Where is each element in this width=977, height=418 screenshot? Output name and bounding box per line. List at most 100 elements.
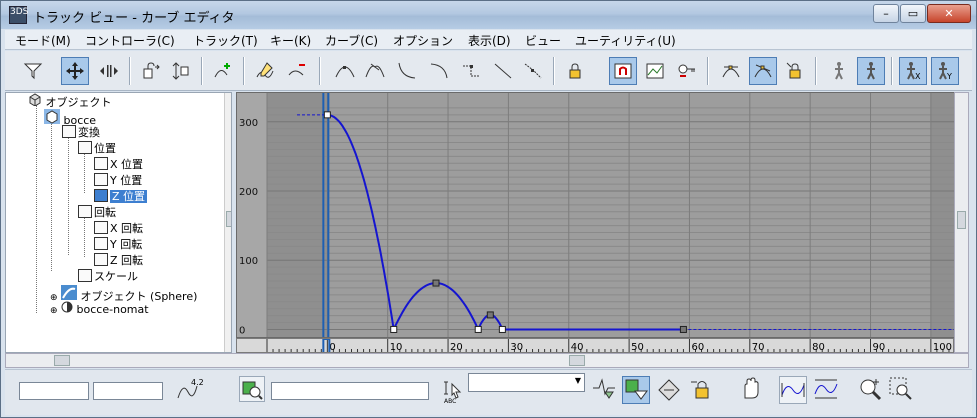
x-tick-label: 30 [510, 342, 523, 353]
sphere-icon [61, 285, 78, 300]
menu-options[interactable]: オプション [393, 32, 453, 49]
frame-field[interactable] [19, 382, 89, 400]
menu-key[interactable]: キー(K) [270, 32, 311, 49]
menu-display[interactable]: 表示(D) [468, 32, 511, 49]
tree-item-scale[interactable]: スケール [78, 269, 138, 285]
filter-selected-icon[interactable] [622, 376, 650, 404]
slide-keys-icon[interactable] [95, 57, 123, 85]
horizontal-scrollbar[interactable] [5, 353, 969, 368]
frame-horizontal-icon[interactable] [779, 376, 807, 404]
zoom-region-icon[interactable] [888, 376, 914, 402]
current-frame-marker[interactable] [322, 339, 331, 353]
scroll-thumb[interactable] [226, 211, 231, 227]
draw-curves-icon[interactable] [251, 57, 279, 85]
key-marker [498, 325, 506, 333]
x-tick-label: 40 [571, 342, 584, 353]
graph-vertical-scrollbar[interactable] [954, 92, 969, 353]
chevron-down-icon[interactable]: ▼ [575, 376, 581, 385]
tree-vertical-scrollbar[interactable] [224, 93, 231, 352]
menu-controller[interactable]: コントローラ(C) [85, 32, 175, 49]
biped-pos-icon[interactable] [857, 57, 885, 85]
tree-item-position[interactable]: 位置 [78, 141, 116, 157]
key-marker [323, 111, 331, 119]
y-tick-label: 300 [239, 118, 258, 129]
tangent-custom-icon[interactable] [361, 57, 389, 85]
biped-x-icon[interactable]: X [899, 57, 927, 85]
move-keys-icon[interactable] [61, 57, 89, 85]
tree-item-rotation[interactable]: 回転 [78, 205, 116, 221]
menu-view[interactable]: ビュー [525, 32, 561, 49]
menu-track[interactable]: トラック(T) [193, 32, 258, 49]
show-snap-icon[interactable] [609, 57, 637, 85]
tangent-auto-icon[interactable] [331, 57, 359, 85]
lock-selection-icon[interactable] [781, 57, 809, 85]
window-title: トラック ビュー - カーブ エディタ [33, 11, 235, 26]
text-cursor-icon[interactable]: ABC [442, 378, 466, 405]
tree-item-objects[interactable]: オブジェクト [28, 93, 112, 109]
tangent-smooth-icon[interactable] [519, 57, 547, 85]
tree-item-z-rotation[interactable]: Z 回転 [94, 253, 143, 269]
value-field[interactable] [93, 382, 163, 400]
selected-object-name-field[interactable] [271, 382, 429, 400]
x-tick-label: 80 [812, 342, 825, 353]
tree-label: 回転 [94, 206, 116, 219]
tree-scroll-thumb[interactable] [54, 355, 70, 366]
reduce-keys-icon[interactable] [283, 57, 311, 85]
zoom-icon[interactable] [858, 376, 884, 402]
curve-icon [94, 221, 108, 234]
time-ruler[interactable]: 0 10 20 30 40 50 60 70 80 90 100 [236, 338, 954, 353]
curve-icon [94, 237, 108, 250]
biped-icon[interactable] [825, 57, 853, 85]
tree-item-z-position[interactable]: Z 位置 [94, 189, 148, 205]
menu-mode[interactable]: モード(M) [15, 32, 71, 49]
maximize-button[interactable]: ▭ [900, 4, 926, 23]
time-ruler-svg[interactable]: 0 10 20 30 40 50 60 70 80 90 100 [237, 339, 954, 353]
lock-tangents-icon[interactable] [561, 57, 589, 85]
menu-curve[interactable]: カーブ(C) [325, 32, 378, 49]
tree-item-x-position[interactable]: X 位置 [94, 157, 143, 173]
biped-y-icon[interactable]: Y [931, 57, 959, 85]
toolbar: X Y [5, 51, 972, 91]
zoom-selected-object-icon[interactable] [239, 376, 265, 402]
isolate-curve-icon[interactable] [656, 376, 682, 402]
y-tick-label: 100 [239, 256, 258, 267]
tangent-step-icon[interactable] [457, 57, 485, 85]
key-icon[interactable] [673, 57, 701, 85]
pan-hand-icon[interactable] [738, 376, 764, 402]
lock-curve-icon[interactable] [688, 376, 714, 402]
filter-curves-icon[interactable] [591, 376, 617, 402]
selection-set-dropdown[interactable]: ▼ [468, 373, 585, 392]
curve-graph-svg[interactable]: 0 100 200 300 [237, 93, 969, 338]
tree-item-object-sphere[interactable]: ⊕ オブジェクト (Sphere) [50, 285, 197, 303]
show-tangents-icon[interactable] [717, 57, 745, 85]
x-tick-label: 10 [390, 342, 403, 353]
tangent-linear-icon[interactable] [489, 57, 517, 85]
x-tick-label: 60 [691, 342, 704, 353]
minimize-button[interactable]: – [873, 4, 899, 23]
tangent-slow-icon[interactable] [425, 57, 453, 85]
scale-keys-icon[interactable] [137, 57, 165, 85]
frame-value-icon[interactable]: 4.2 [175, 378, 205, 402]
graph-scroll-thumb[interactable] [569, 355, 585, 366]
parameter-curve-icon[interactable] [641, 57, 669, 85]
tree-item-transform[interactable]: 変換 [62, 125, 100, 141]
tree-item-bocce-nomat[interactable]: ⊕ bocce-nomat [50, 301, 149, 317]
tree-item-y-position[interactable]: Y 位置 [94, 173, 142, 189]
scale-values-icon[interactable] [167, 57, 195, 85]
add-keys-icon[interactable] [209, 57, 237, 85]
menu-utilities[interactable]: ユーティリティ(U) [575, 32, 676, 49]
expand-plus-icon[interactable]: ⊕ [50, 306, 58, 316]
objects-icon [29, 93, 41, 107]
scroll-thumb[interactable] [957, 211, 966, 229]
tree-item-x-rotation[interactable]: X 回転 [94, 221, 143, 237]
filter-icon[interactable] [19, 57, 47, 85]
title-bar[interactable]: 3DS トラック ビュー - カーブ エディタ – ▭ ✕ [1, 1, 976, 29]
curve-graph[interactable]: 0 100 200 300 [236, 92, 969, 338]
frame-values-icon[interactable] [813, 376, 841, 404]
tangent-fast-icon[interactable] [393, 57, 421, 85]
controller-tree[interactable]: オブジェクト bocce 変換 位置 X 位置 Y 位置 Z 位置 回転 X 回… [5, 92, 232, 353]
close-button[interactable]: ✕ [927, 4, 971, 23]
tree-item-bocce[interactable]: bocce [44, 109, 96, 127]
show-all-tangents-icon[interactable] [749, 57, 777, 85]
tree-item-y-rotation[interactable]: Y 回転 [94, 237, 142, 253]
